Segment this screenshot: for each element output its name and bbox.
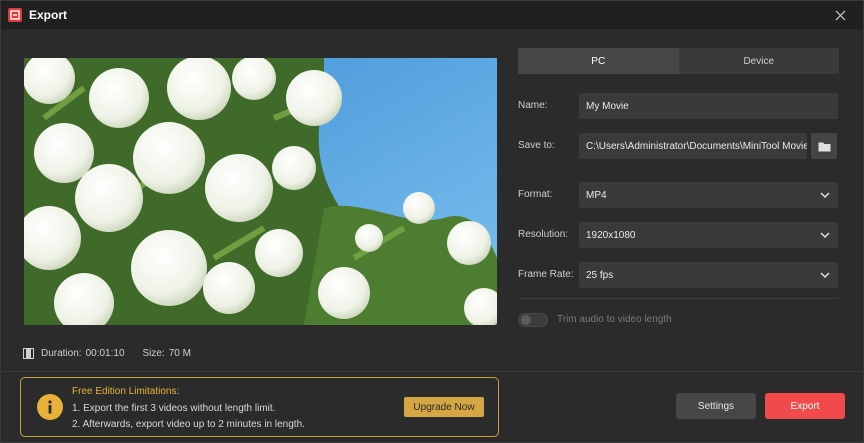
save-to-label: Save to: xyxy=(518,140,555,151)
trim-audio-label: Trim audio to video length xyxy=(557,314,672,325)
name-label: Name: xyxy=(518,100,548,111)
chevron-down-icon xyxy=(812,182,838,208)
footer-divider xyxy=(1,371,863,372)
trim-audio-toggle[interactable] xyxy=(518,313,548,327)
resolution-select[interactable]: 1920x1080 xyxy=(579,222,838,248)
upgrade-now-button[interactable]: Upgrade Now xyxy=(404,397,484,417)
window-title: Export xyxy=(29,8,68,22)
size-value: 70 M xyxy=(168,347,191,359)
format-value: MP4 xyxy=(586,189,607,201)
close-icon xyxy=(835,10,845,20)
frame-rate-label: Frame Rate: xyxy=(518,269,574,280)
name-value: My Movie xyxy=(586,100,629,112)
video-info: Duration: 00:01:10 Size: 70 M xyxy=(23,346,191,360)
target-tabs: PC Device xyxy=(518,48,839,74)
title-bar: Export xyxy=(1,1,863,29)
save-path-field[interactable]: C:\Users\Administrator\Documents\MiniToo… xyxy=(579,133,807,159)
format-label: Format: xyxy=(518,189,553,200)
tab-pc[interactable]: PC xyxy=(518,48,679,74)
limitation-line-2: 2. Afterwards, export video up to 2 minu… xyxy=(72,419,305,430)
resolution-value: 1920x1080 xyxy=(586,229,636,241)
free-edition-limitations: Free Edition Limitations: 1. Export the … xyxy=(20,377,499,437)
app-logo-icon xyxy=(8,8,22,22)
divider xyxy=(518,298,839,299)
limitation-line-1: 1. Export the first 3 videos without len… xyxy=(72,403,276,414)
video-preview xyxy=(24,58,497,325)
duration-label: Duration: xyxy=(41,347,82,359)
toggle-knob xyxy=(521,315,531,325)
settings-button[interactable]: Settings xyxy=(676,393,756,419)
duration-value: 00:01:10 xyxy=(85,347,125,359)
frame-rate-value: 25 fps xyxy=(586,269,614,281)
info-icon xyxy=(37,394,63,420)
name-field[interactable]: My Movie xyxy=(579,93,838,119)
export-button[interactable]: Export xyxy=(765,393,845,419)
save-path-value: C:\Users\Administrator\Documents\MiniToo… xyxy=(586,140,807,152)
resolution-label: Resolution: xyxy=(518,229,569,240)
tab-device[interactable]: Device xyxy=(678,48,839,74)
size-label: Size: xyxy=(142,347,165,359)
browse-folder-button[interactable] xyxy=(811,133,837,159)
format-select[interactable]: MP4 xyxy=(579,182,838,208)
limitations-title: Free Edition Limitations: xyxy=(72,386,180,397)
frame-rate-select[interactable]: 25 fps xyxy=(579,262,838,288)
export-dialog: Export Duration: 00:01:10 Size: 70 M PC … xyxy=(0,0,864,443)
folder-icon xyxy=(818,142,830,151)
chevron-down-icon xyxy=(812,262,838,288)
close-button[interactable] xyxy=(817,1,863,29)
chevron-down-icon xyxy=(812,222,838,248)
film-icon xyxy=(23,347,34,359)
